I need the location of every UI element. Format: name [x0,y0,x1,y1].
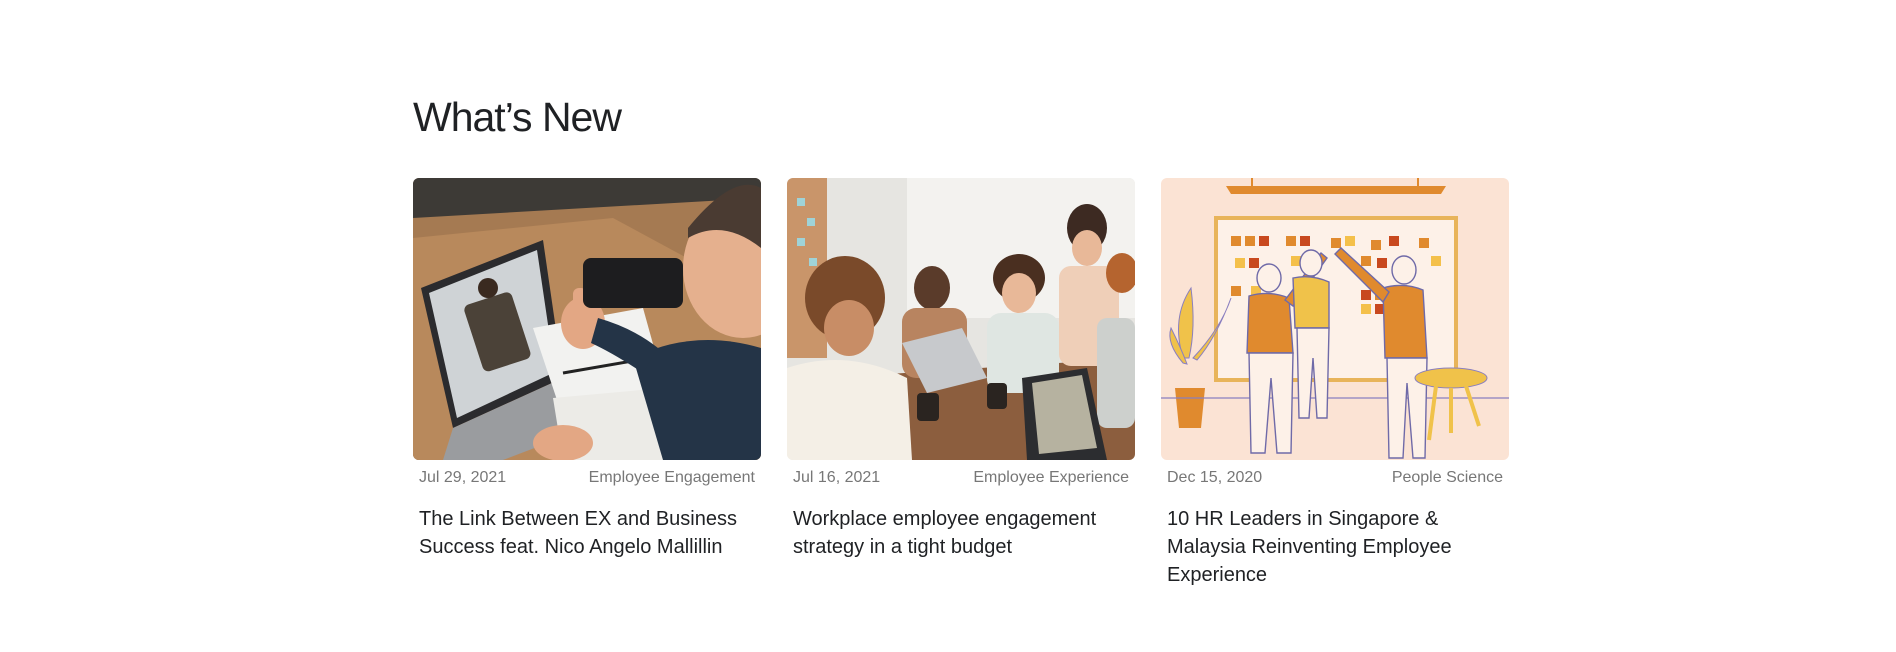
article-meta: Jul 16, 2021 Employee Experience [787,460,1135,488]
article-title[interactable]: The Link Between EX and Business Success… [413,505,761,561]
team-meeting-photo-icon [787,178,1135,460]
article-card-list: Jul 29, 2021 Employee Engagement The Lin… [413,178,1509,589]
article-category[interactable]: People Science [1392,468,1503,488]
article-card[interactable]: Dec 15, 2020 People Science 10 HR Leader… [1161,178,1509,589]
article-title[interactable]: Workplace employee engagement strategy i… [787,505,1135,561]
article-thumbnail[interactable] [413,178,761,460]
article-date: Jul 29, 2021 [419,469,507,486]
article-thumbnail[interactable] [787,178,1135,460]
article-category[interactable]: Employee Experience [973,468,1129,488]
article-card[interactable]: Jul 29, 2021 Employee Engagement The Lin… [413,178,761,589]
article-card[interactable]: Jul 16, 2021 Employee Experience Workpla… [787,178,1135,589]
article-thumbnail[interactable] [1161,178,1509,460]
high-five-illustration-icon [1161,178,1509,460]
video-call-photo-icon [413,178,761,460]
article-category[interactable]: Employee Engagement [589,468,755,488]
article-meta: Jul 29, 2021 Employee Engagement [413,460,761,488]
section-title: What’s New [413,94,622,140]
article-title[interactable]: 10 HR Leaders in Singapore & Malaysia Re… [1161,505,1509,589]
article-date: Jul 16, 2021 [793,469,881,486]
whats-new-section: What’s New Jul 29, 2021 Employee Engagem… [413,88,1513,586]
article-meta: Dec 15, 2020 People Science [1161,460,1509,488]
article-date: Dec 15, 2020 [1167,469,1263,486]
